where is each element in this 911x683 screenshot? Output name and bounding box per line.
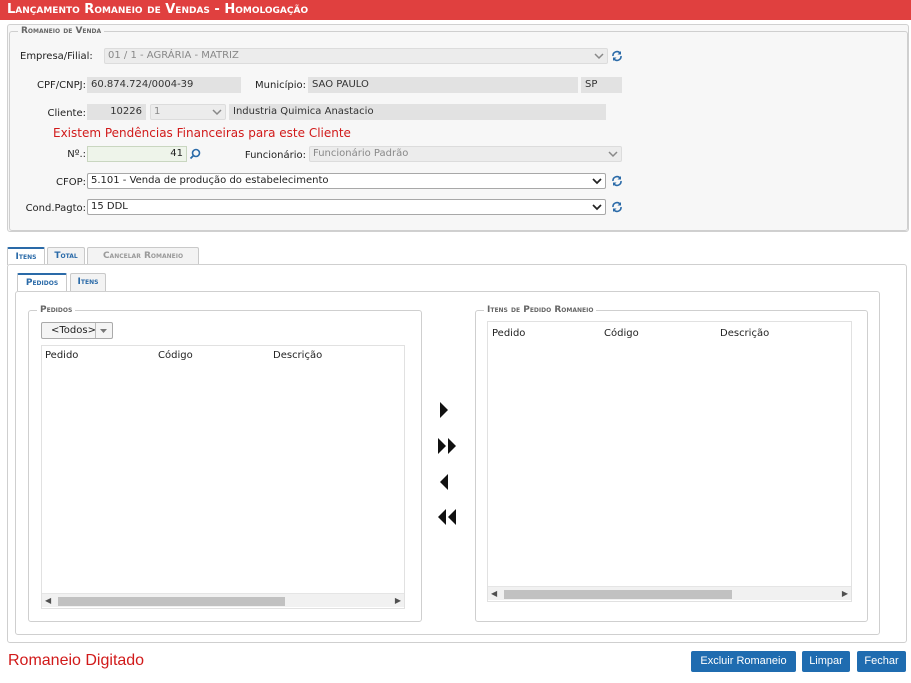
- numero-field[interactable]: 41: [87, 146, 187, 162]
- move-all-left-icon[interactable]: [436, 507, 460, 527]
- pedidos-legend: Pedidos: [37, 305, 76, 315]
- cliente-loja-select[interactable]: 1: [150, 104, 226, 120]
- chevron-down-icon: [592, 204, 602, 211]
- romaneio-status: Romaneio Digitado: [8, 652, 145, 669]
- cpf-field[interactable]: 60.874.724/0004-39: [87, 77, 241, 93]
- municipio-field[interactable]: SAO PAULO: [308, 77, 578, 93]
- tab-total[interactable]: Total: [47, 247, 85, 265]
- pedidos-hscrollbar[interactable]: ◀ ▶: [42, 593, 404, 607]
- scroll-right-arrow-icon[interactable]: ▶: [842, 589, 848, 598]
- search-icon[interactable]: [189, 148, 201, 160]
- scroll-right-arrow-icon[interactable]: ▶: [395, 596, 401, 605]
- chevron-down-icon: [594, 53, 604, 60]
- condpagto-label: Cond.Pagto:: [25, 203, 86, 214]
- scroll-thumb[interactable]: [58, 597, 285, 606]
- funcionario-value: Funcionário Padrão: [313, 148, 409, 159]
- chevron-down-icon: [212, 109, 222, 116]
- cliente-code-field[interactable]: 10226: [87, 104, 146, 120]
- cfop-label: CFOP:: [55, 177, 86, 188]
- limpar-button[interactable]: Limpar: [802, 651, 850, 672]
- itens-pedido-legend: Itens de Pedido Romaneio: [484, 305, 597, 315]
- refresh-icon[interactable]: [611, 201, 623, 213]
- subtab-itens[interactable]: Itens: [70, 273, 106, 291]
- move-right-icon[interactable]: [436, 400, 460, 420]
- excluir-romaneio-button[interactable]: Excluir Romaneio: [691, 651, 796, 672]
- funcionario-label: Funcionário:: [244, 150, 306, 161]
- subtab-pedidos[interactable]: Pedidos: [17, 273, 67, 291]
- fechar-button[interactable]: Fechar: [857, 651, 906, 672]
- funcionario-select[interactable]: Funcionário Padrão: [309, 146, 622, 162]
- chevron-down-icon: [100, 329, 107, 333]
- empresa-select[interactable]: 01 / 1 - AGRÁRIA - MATRIZ: [104, 48, 608, 64]
- cliente-loja-value: 1: [154, 106, 161, 117]
- scroll-thumb[interactable]: [504, 590, 732, 599]
- cfop-value: 5.101 - Venda de produção do estabelecim…: [91, 175, 329, 186]
- municipio-label: Município:: [255, 80, 306, 91]
- itens-col-descricao: Descrição: [720, 328, 770, 339]
- empresa-label: Empresa/Filial:: [20, 51, 93, 62]
- itens-vscroll-area: [837, 322, 851, 586]
- uf-field[interactable]: SP: [581, 77, 622, 93]
- scroll-left-arrow-icon[interactable]: ◀: [491, 589, 497, 598]
- itens-pedido-list[interactable]: [487, 321, 852, 602]
- cliente-label: Cliente:: [47, 108, 86, 119]
- cpf-label: CPF/CNPJ:: [37, 80, 86, 91]
- itens-col-pedido: Pedido: [492, 328, 526, 339]
- tab-itens[interactable]: Itens: [7, 247, 45, 265]
- chevron-down-icon: [608, 151, 618, 158]
- condpagto-value: 15 DDL: [91, 201, 128, 212]
- move-all-right-icon[interactable]: [436, 436, 460, 456]
- pedidos-col-codigo: Código: [158, 350, 193, 361]
- refresh-icon[interactable]: [611, 175, 623, 187]
- page-title: Lançamento Romaneio de Vendas - Homologa…: [0, 0, 911, 20]
- refresh-icon[interactable]: [611, 50, 623, 62]
- numero-label: Nº.:: [67, 149, 86, 160]
- pedidos-filter-select[interactable]: <Todos>: [41, 322, 113, 339]
- empresa-value: 01 / 1 - AGRÁRIA - MATRIZ: [108, 50, 239, 61]
- romaneio-legend: Romaneio de Venda: [21, 26, 102, 36]
- cfop-select[interactable]: 5.101 - Venda de produção do estabelecim…: [87, 173, 606, 189]
- itens-col-codigo: Código: [604, 328, 639, 339]
- pedidos-col-descricao: Descrição: [273, 350, 323, 361]
- cliente-name-field[interactable]: Industria Quimica Anastacio: [229, 104, 606, 120]
- condpagto-select[interactable]: 15 DDL: [87, 199, 606, 215]
- pedidos-list[interactable]: [41, 345, 405, 609]
- pendencia-warning: Existem Pendências Financeiras para este…: [53, 126, 351, 140]
- select-divider: [95, 323, 96, 338]
- pedidos-col-pedido: Pedido: [45, 350, 79, 361]
- scroll-left-arrow-icon[interactable]: ◀: [45, 596, 51, 605]
- tab-cancelar-romaneio[interactable]: Cancelar Romaneio: [87, 247, 199, 265]
- itens-hscrollbar[interactable]: ◀ ▶: [488, 586, 851, 600]
- pedidos-filter-value: <Todos>: [51, 325, 96, 336]
- move-left-icon[interactable]: [436, 472, 460, 492]
- chevron-down-icon: [592, 178, 602, 185]
